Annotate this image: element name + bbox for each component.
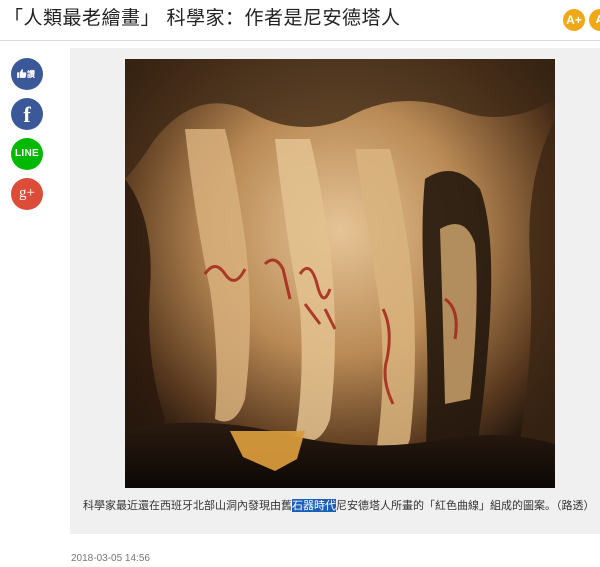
- line-icon: LINE: [15, 148, 39, 159]
- like-label: 讚: [27, 70, 35, 79]
- cave-painting-photo: [125, 59, 555, 488]
- facebook-share-button[interactable]: f: [11, 98, 43, 130]
- google-plus-share-button[interactable]: g+: [11, 178, 43, 210]
- cave-painting-image: [125, 59, 555, 488]
- publish-timestamp: 2018-03-05 14:56: [71, 553, 150, 564]
- thumbs-up-icon: [17, 69, 27, 78]
- article-title: 「人類最老繪畫」 科學家：作者是尼安德塔人: [4, 7, 401, 29]
- article-header: 「人類最老繪畫」 科學家：作者是尼安德塔人 A+ A: [0, 0, 600, 41]
- caption-text-before: 科學家最近還在西班牙北部山洞內發現由舊: [83, 499, 292, 512]
- facebook-icon: f: [23, 102, 31, 127]
- facebook-like-button[interactable]: 讚: [11, 58, 43, 90]
- line-share-button[interactable]: LINE: [11, 138, 43, 170]
- caption-highlighted-term[interactable]: 石器時代: [292, 499, 336, 512]
- photo-caption: 科學家最近還在西班牙北部山洞內發現由舊石器時代尼安德塔人所畫的「紅色曲線」組成的…: [83, 497, 598, 515]
- font-size-increase-button[interactable]: A+: [563, 9, 585, 31]
- caption-text-after: 尼安德塔人所畫的「紅色曲線」組成的圖案。（路透）: [336, 499, 595, 512]
- google-plus-icon: g+: [19, 185, 35, 201]
- font-size-button[interactable]: A: [589, 9, 600, 31]
